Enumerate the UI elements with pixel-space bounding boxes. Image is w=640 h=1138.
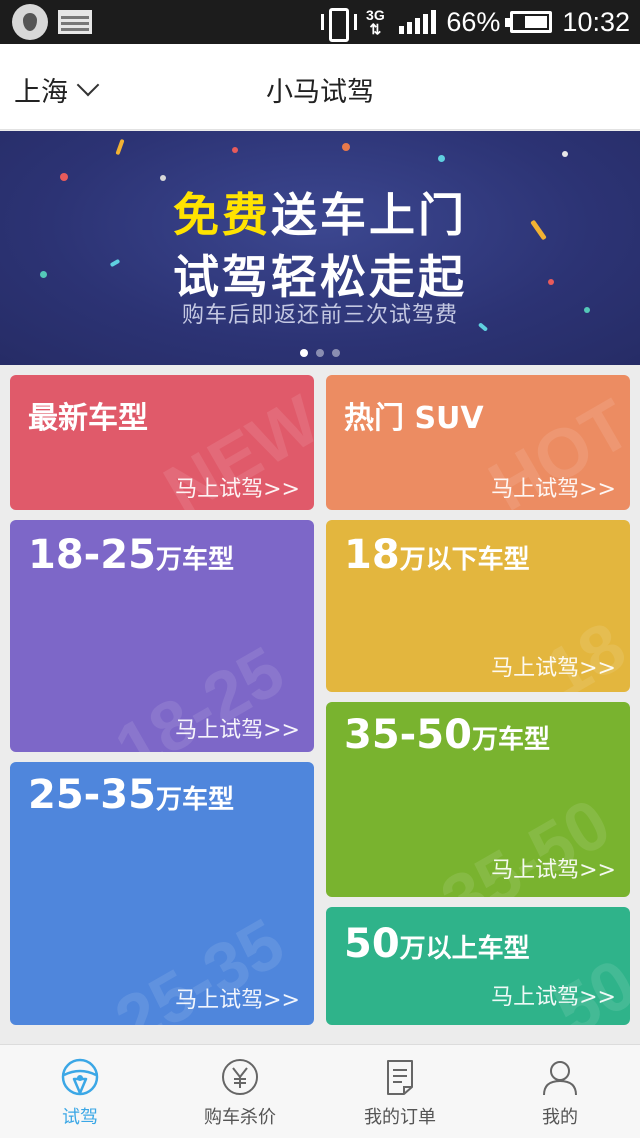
nav-label: 我的 — [542, 1107, 578, 1128]
app-header: 上海 小马试驾 — [0, 44, 640, 130]
order-list-icon — [387, 1060, 413, 1095]
vibrate-icon — [321, 8, 358, 42]
confetti — [562, 151, 568, 157]
tile-25-35-models[interactable]: 25-35 25-35万车型 马上试驾>> — [10, 762, 314, 1025]
nav-label: 购车杀价 — [204, 1107, 276, 1128]
promo-banner[interactable]: 免费送车上门 试驾轻松走起 购车后即返还前三次试驾费 — [0, 131, 640, 365]
tile-title-unit: 万以下车型 — [399, 545, 530, 575]
tile-below-18-models[interactable]: 18 18万以下车型 马上试驾>> — [326, 520, 630, 692]
nav-profile[interactable]: 我的 — [480, 1045, 640, 1138]
page-title: 小马试驾 — [266, 77, 374, 108]
tile-title: 25-35万车型 — [28, 772, 234, 818]
tile-cta: 马上试驾>> — [491, 656, 616, 681]
nav-label: 试驾 — [62, 1107, 98, 1128]
tile-title-number: 50 — [344, 921, 400, 967]
network-type: 3G — [366, 7, 385, 23]
user-icon — [543, 1061, 577, 1096]
confetti — [438, 155, 445, 162]
bottom-nav: 试驾 购车杀价 我的订单 我的 — [0, 1044, 640, 1138]
carousel-indicator — [0, 349, 640, 357]
banner-headline: 免费送车上门 — [0, 179, 640, 245]
confetti — [232, 147, 238, 153]
tile-18-25-models[interactable]: 18-25 18-25万车型 马上试驾>> — [10, 520, 314, 752]
tile-cta: 马上试驾>> — [491, 985, 616, 1010]
carousel-dot[interactable] — [300, 349, 308, 357]
tile-title-unit: 万以上车型 — [399, 934, 530, 964]
network-icon: 3G ⇅ — [366, 7, 385, 37]
banner-highlight: 免费 — [173, 188, 271, 242]
status-bar: 3G ⇅ 66% 10:32 — [0, 0, 640, 44]
nav-label: 我的订单 — [364, 1107, 436, 1128]
tile-title: 18万以下车型 — [344, 532, 530, 578]
tile-title: 35-50万车型 — [344, 712, 550, 758]
tile-title-number: 18 — [344, 532, 400, 578]
tile-title-number: 18-25 — [28, 532, 156, 578]
tile-title: 最新车型 — [28, 401, 148, 436]
signal-icon — [399, 10, 437, 34]
confetti — [342, 143, 350, 151]
tile-title: 50万以上车型 — [344, 921, 530, 967]
nav-test-drive[interactable]: 试驾 — [0, 1045, 160, 1138]
carousel-dot[interactable] — [316, 349, 324, 357]
carousel-dot[interactable] — [332, 349, 340, 357]
tile-title: 热门 SUV — [344, 401, 484, 436]
confetti — [115, 138, 125, 156]
tile-cta: 马上试驾>> — [175, 988, 300, 1013]
tile-title-unit: 万车型 — [471, 725, 550, 755]
image-icon — [58, 10, 92, 34]
tile-newest-models[interactable]: NEW 最新车型 马上试驾>> — [10, 375, 314, 510]
clock: 10:32 — [562, 6, 630, 37]
nav-bargain[interactable]: 购车杀价 — [160, 1045, 320, 1138]
tile-title-unit: 万车型 — [155, 545, 234, 575]
app-drop-icon — [12, 4, 48, 40]
tile-title: 18-25万车型 — [28, 532, 234, 578]
banner-note: 购车后即返还前三次试驾费 — [181, 303, 458, 328]
nav-orders[interactable]: 我的订单 — [320, 1045, 480, 1138]
tile-cta: 马上试驾>> — [175, 718, 300, 743]
tile-35-50-models[interactable]: 35-50 35-50万车型 马上试驾>> — [326, 702, 630, 897]
banner-headline-rest: 送车上门 — [271, 188, 467, 242]
tile-hot-suv[interactable]: HOT 热门 SUV 马上试驾>> — [326, 375, 630, 510]
battery-percent: 66% — [446, 6, 501, 37]
tile-title-unit: 万车型 — [155, 785, 234, 815]
tile-cta: 马上试驾>> — [491, 477, 616, 502]
tile-cta: 马上试驾>> — [491, 858, 616, 883]
steering-wheel-icon — [61, 1058, 99, 1096]
tile-title-number: 35-50 — [344, 712, 472, 758]
battery-icon — [505, 11, 553, 33]
tile-title-number: 25-35 — [28, 772, 156, 818]
tile-above-50-models[interactable]: 50 50万以上车型 马上试驾>> — [326, 907, 630, 1025]
tile-cta: 马上试驾>> — [175, 477, 300, 502]
yuan-coin-icon — [222, 1059, 258, 1095]
